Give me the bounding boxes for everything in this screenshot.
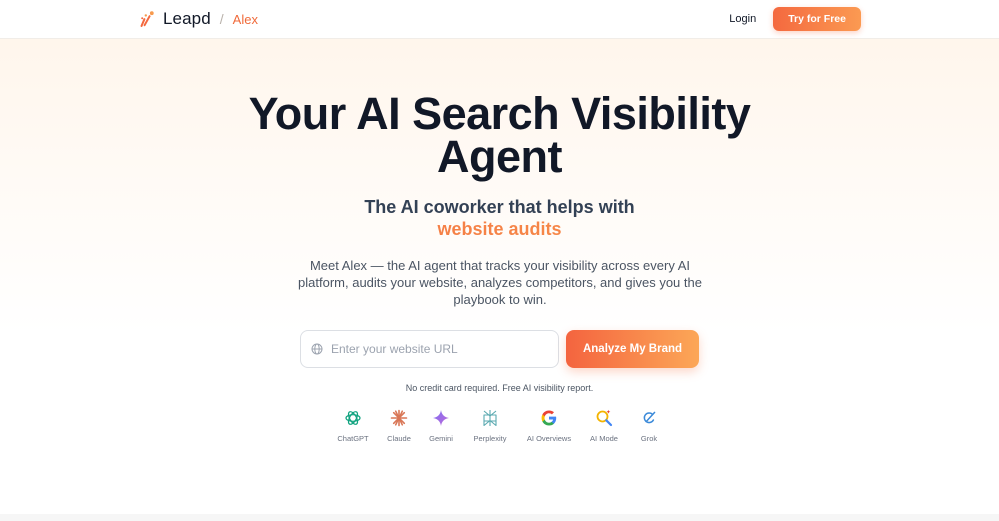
ai-platform-list: ChatGPT Claude Gemini Perplexity AI Over… (331, 409, 671, 449)
google-icon (541, 410, 557, 426)
grok-icon (643, 411, 656, 424)
hero-description-line: platform, audits your website, analyzes … (298, 275, 702, 290)
brand[interactable]: Leapd / Alex (139, 9, 258, 29)
product-name: Alex (232, 11, 258, 27)
platform-label: AI Overviews (526, 434, 572, 443)
hero-description-line: playbook to win. (453, 292, 547, 307)
website-url-field[interactable] (300, 330, 559, 368)
hero-subtitle-text: The AI coworker that helps with (364, 197, 635, 217)
hero-title-line: Agent (437, 131, 563, 182)
leapd-logo-icon (140, 11, 154, 27)
hero-title-line: Your AI Search Visibility (248, 88, 751, 139)
analyze-my-brand-button[interactable]: Analyze My Brand (566, 330, 699, 368)
platform-grok: Grok (619, 409, 679, 443)
claude-icon (390, 409, 408, 427)
hero-description: Meet Alex — the AI agent that tracks you… (290, 257, 710, 308)
top-navigation-bar: Leapd / Alex Login Try for Free (0, 0, 999, 39)
hero-description-line: Meet Alex — the AI agent that tracks you… (309, 258, 691, 273)
brand-name: Leapd (163, 9, 211, 28)
platform-ai-overviews: AI Overviews (519, 409, 579, 443)
hero-subtitle-highlight: website audits (0, 218, 999, 240)
hero-subtitle: The AI coworker that helps with website … (0, 196, 999, 240)
page: Leapd / Alex Login Try for Free Your AI … (0, 0, 999, 521)
try-for-free-button[interactable]: Try for Free (773, 7, 861, 31)
gemini-icon (433, 410, 449, 426)
hero-section: Your AI Search Visibility Agent The AI c… (0, 39, 999, 514)
url-analyze-form: Analyze My Brand (300, 330, 700, 368)
hero-title: Your AI Search Visibility Agent (0, 88, 999, 182)
perplexity-icon (483, 410, 497, 427)
fine-print: No credit card required. Free AI visibil… (405, 383, 594, 393)
brand-separator: / (219, 11, 224, 27)
ai-mode-search-icon (596, 409, 613, 427)
login-link[interactable]: Login (729, 13, 756, 25)
website-url-input[interactable] (331, 342, 551, 356)
chatgpt-icon (345, 411, 361, 425)
globe-icon (311, 343, 323, 355)
next-section-edge (0, 514, 999, 521)
header-actions: Login Try for Free (729, 7, 861, 31)
platform-perplexity: Perplexity (460, 409, 520, 443)
platform-label: Perplexity (473, 434, 507, 443)
platform-label: Grok (640, 434, 658, 443)
